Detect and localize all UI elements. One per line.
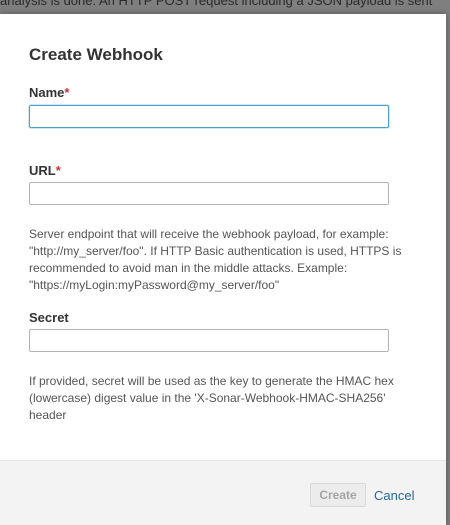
required-asterisk: * <box>55 163 61 178</box>
secret-label: Secret <box>29 310 69 325</box>
url-help-text: Server endpoint that will receive the we… <box>29 227 402 292</box>
required-asterisk: * <box>64 85 70 100</box>
name-input[interactable] <box>29 105 389 128</box>
secret-input[interactable] <box>29 329 389 352</box>
name-label-text: Name <box>29 85 65 100</box>
background-page-text: analysis is done. An HTTP POST request i… <box>0 0 433 8</box>
cancel-link[interactable]: Cancel <box>374 488 414 503</box>
secret-help-text: If provided, secret will be used as the … <box>29 374 394 422</box>
create-webhook-modal: Create Webhook Name* URL* Server endpoin… <box>0 14 446 525</box>
url-input[interactable] <box>29 182 389 205</box>
secret-label-text: Secret <box>29 310 69 325</box>
modal-title: Create Webhook <box>29 45 163 64</box>
url-label: URL* <box>29 163 61 178</box>
modal-footer: Create Cancel <box>0 460 446 525</box>
create-button[interactable]: Create <box>310 483 366 507</box>
name-label: Name* <box>29 85 69 100</box>
url-label-text: URL <box>29 163 56 178</box>
